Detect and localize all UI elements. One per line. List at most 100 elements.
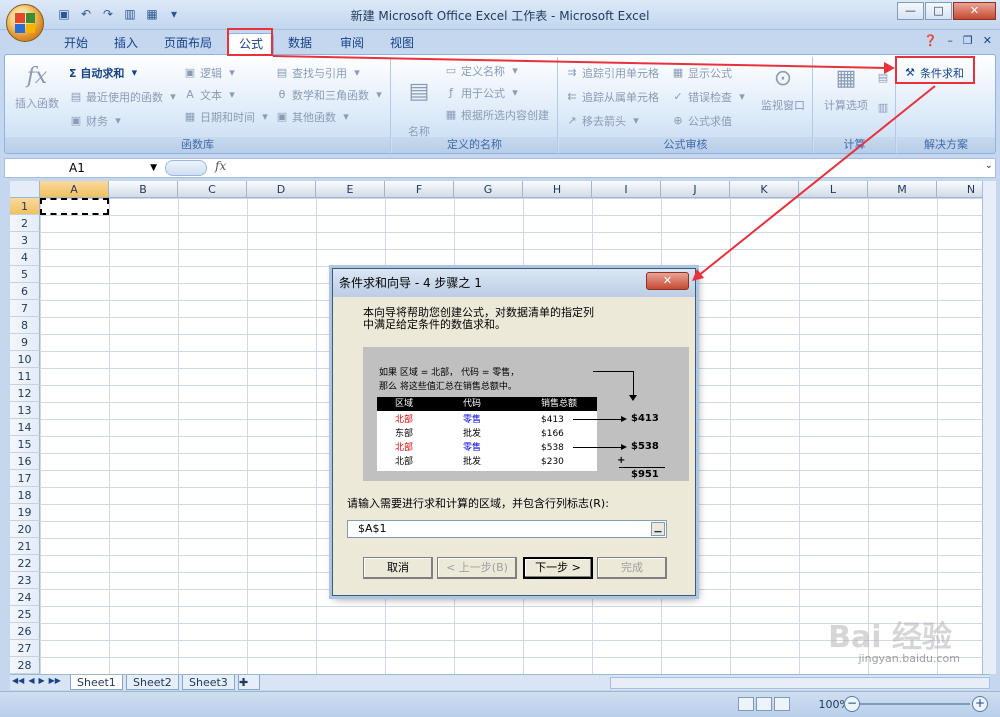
row-header[interactable]: 22 — [10, 555, 40, 572]
more-functions-button[interactable]: ▣ 其他函数 ▾ — [275, 109, 353, 125]
row-header[interactable]: 16 — [10, 453, 40, 470]
row-header[interactable]: 14 — [10, 419, 40, 436]
column-header[interactable]: M — [868, 181, 937, 198]
column-header[interactable]: H — [523, 181, 592, 198]
logical-button[interactable]: ▣ 逻辑 ▾ — [183, 65, 239, 81]
vertical-scrollbar[interactable] — [982, 181, 996, 674]
office-button[interactable] — [6, 4, 44, 42]
row-header[interactable]: 1 — [10, 198, 40, 215]
formula-cancel-enter-buttons[interactable] — [165, 160, 207, 176]
remove-arrows-button[interactable]: ↗ 移去箭头 ▾ — [565, 113, 643, 129]
ribbon-close-icon[interactable]: ✕ — [983, 34, 992, 47]
row-header[interactable]: 11 — [10, 368, 40, 385]
row-header[interactable]: 21 — [10, 538, 40, 555]
prev-sheet-icon[interactable]: ◀ — [28, 676, 34, 685]
watch-window-button[interactable]: ⊙ 监视窗口 — [757, 63, 809, 113]
create-from-selection-button[interactable]: ▦ 根据所选内容创建 — [444, 107, 549, 123]
tab-review[interactable]: 审阅 — [330, 33, 374, 54]
calculation-options-button[interactable]: ▦ 计算选项 — [818, 63, 874, 113]
formula-input[interactable] — [237, 159, 975, 177]
tab-data[interactable]: 数据 — [278, 33, 322, 54]
financial-button[interactable]: ▣ 财务 ▾ — [69, 113, 125, 129]
row-header[interactable]: 13 — [10, 402, 40, 419]
row-header[interactable]: 24 — [10, 589, 40, 606]
row-header[interactable]: 10 — [10, 351, 40, 368]
math-button[interactable]: θ 数学和三角函数 ▾ — [275, 87, 386, 103]
collapse-dialog-icon[interactable]: ▁ — [651, 522, 665, 536]
page-break-view-icon[interactable] — [774, 697, 790, 711]
row-header[interactable]: 7 — [10, 300, 40, 317]
tab-home[interactable]: 开始 — [54, 33, 98, 54]
column-header[interactable]: F — [385, 181, 454, 198]
lookup-button[interactable]: ▤ 查找与引用 ▾ — [275, 65, 364, 81]
row-header[interactable]: 28 — [10, 657, 40, 674]
error-checking-button[interactable]: ✓ 错误检查 ▾ — [671, 89, 749, 105]
sheet-tab-sheet2[interactable]: Sheet2 — [126, 675, 179, 690]
page-layout-view-icon[interactable] — [756, 697, 772, 711]
row-header[interactable]: 27 — [10, 640, 40, 657]
name-box[interactable]: A1 ▼ — [9, 160, 159, 176]
column-header[interactable]: L — [799, 181, 868, 198]
range-input[interactable]: $A$1 — [347, 520, 667, 538]
row-header[interactable]: 23 — [10, 572, 40, 589]
column-header[interactable]: I — [592, 181, 661, 198]
next-sheet-icon[interactable]: ▶ — [38, 676, 44, 685]
tab-page-layout[interactable]: 页面布局 — [154, 33, 222, 54]
column-header[interactable]: D — [247, 181, 316, 198]
trace-dependents-button[interactable]: ⇇ 追踪从属单元格 — [565, 89, 659, 105]
ribbon-restore-icon[interactable]: ❐ — [963, 34, 973, 47]
column-header[interactable]: E — [316, 181, 385, 198]
insert-function-icon[interactable]: fx — [215, 159, 226, 173]
cancel-button[interactable]: 取消 — [363, 557, 433, 579]
sheet-tab-sheet3[interactable]: Sheet3 — [182, 675, 235, 690]
row-header[interactable]: 25 — [10, 606, 40, 623]
row-header[interactable]: 20 — [10, 521, 40, 538]
calculate-now-button[interactable]: ▤ — [876, 71, 890, 85]
autosum-button[interactable]: Σ 自动求和 ▾ — [69, 65, 141, 81]
row-header[interactable]: 26 — [10, 623, 40, 640]
row-header[interactable]: 4 — [10, 249, 40, 266]
normal-view-icon[interactable] — [738, 697, 754, 711]
show-formulas-button[interactable]: ▦ 显示公式 — [671, 65, 732, 81]
insert-sheet-icon[interactable]: ✚ — [238, 675, 260, 690]
row-header[interactable]: 12 — [10, 385, 40, 402]
evaluate-formula-button[interactable]: ⊕ 公式求值 — [671, 113, 732, 129]
row-header[interactable]: 9 — [10, 334, 40, 351]
row-header[interactable]: 2 — [10, 215, 40, 232]
back-button[interactable]: < 上一步(B) — [437, 557, 517, 579]
column-header[interactable]: K — [730, 181, 799, 198]
column-header[interactable]: B — [109, 181, 178, 198]
row-header[interactable]: 8 — [10, 317, 40, 334]
use-in-formula-button[interactable]: ƒ 用于公式 ▾ — [444, 85, 522, 101]
active-cell-a1[interactable] — [40, 198, 109, 215]
finish-button[interactable]: 完成 — [597, 557, 667, 579]
row-header[interactable]: 18 — [10, 487, 40, 504]
first-sheet-icon[interactable]: ◀◀ — [12, 676, 24, 685]
row-header[interactable]: 19 — [10, 504, 40, 521]
row-header[interactable]: 17 — [10, 470, 40, 487]
recent-functions-button[interactable]: ▤ 最近使用的函数 ▾ — [69, 89, 180, 105]
zoom-in-icon[interactable]: + — [972, 696, 988, 712]
tab-view[interactable]: 视图 — [380, 33, 424, 54]
column-header[interactable]: J — [661, 181, 730, 198]
close-button[interactable]: ✕ — [953, 2, 996, 20]
calculate-sheet-button[interactable]: ▥ — [876, 101, 890, 115]
row-header[interactable]: 3 — [10, 232, 40, 249]
insert-function-button[interactable]: fx 插入函数 — [13, 61, 61, 111]
select-all-corner[interactable] — [10, 181, 40, 198]
column-header[interactable]: G — [454, 181, 523, 198]
sheet-tab-sheet1[interactable]: Sheet1 — [70, 675, 123, 690]
trace-precedents-button[interactable]: ⇉ 追踪引用单元格 — [565, 65, 659, 81]
tab-insert[interactable]: 插入 — [104, 33, 148, 54]
column-header[interactable]: C — [178, 181, 247, 198]
next-button[interactable]: 下一步 > — [523, 557, 593, 579]
ribbon-minimize-icon[interactable]: – — [947, 34, 953, 47]
text-function-button[interactable]: A 文本 ▾ — [183, 87, 239, 103]
row-header[interactable]: 6 — [10, 283, 40, 300]
maximize-button[interactable]: □ — [925, 2, 952, 20]
minimize-button[interactable]: — — [897, 2, 924, 20]
dialog-close-button[interactable]: ✕ — [646, 272, 689, 290]
expand-formula-bar-icon[interactable]: ⌄ — [985, 160, 993, 171]
zoom-out-icon[interactable]: − — [844, 696, 860, 712]
datetime-button[interactable]: ▦ 日期和时间 ▾ — [183, 109, 272, 125]
